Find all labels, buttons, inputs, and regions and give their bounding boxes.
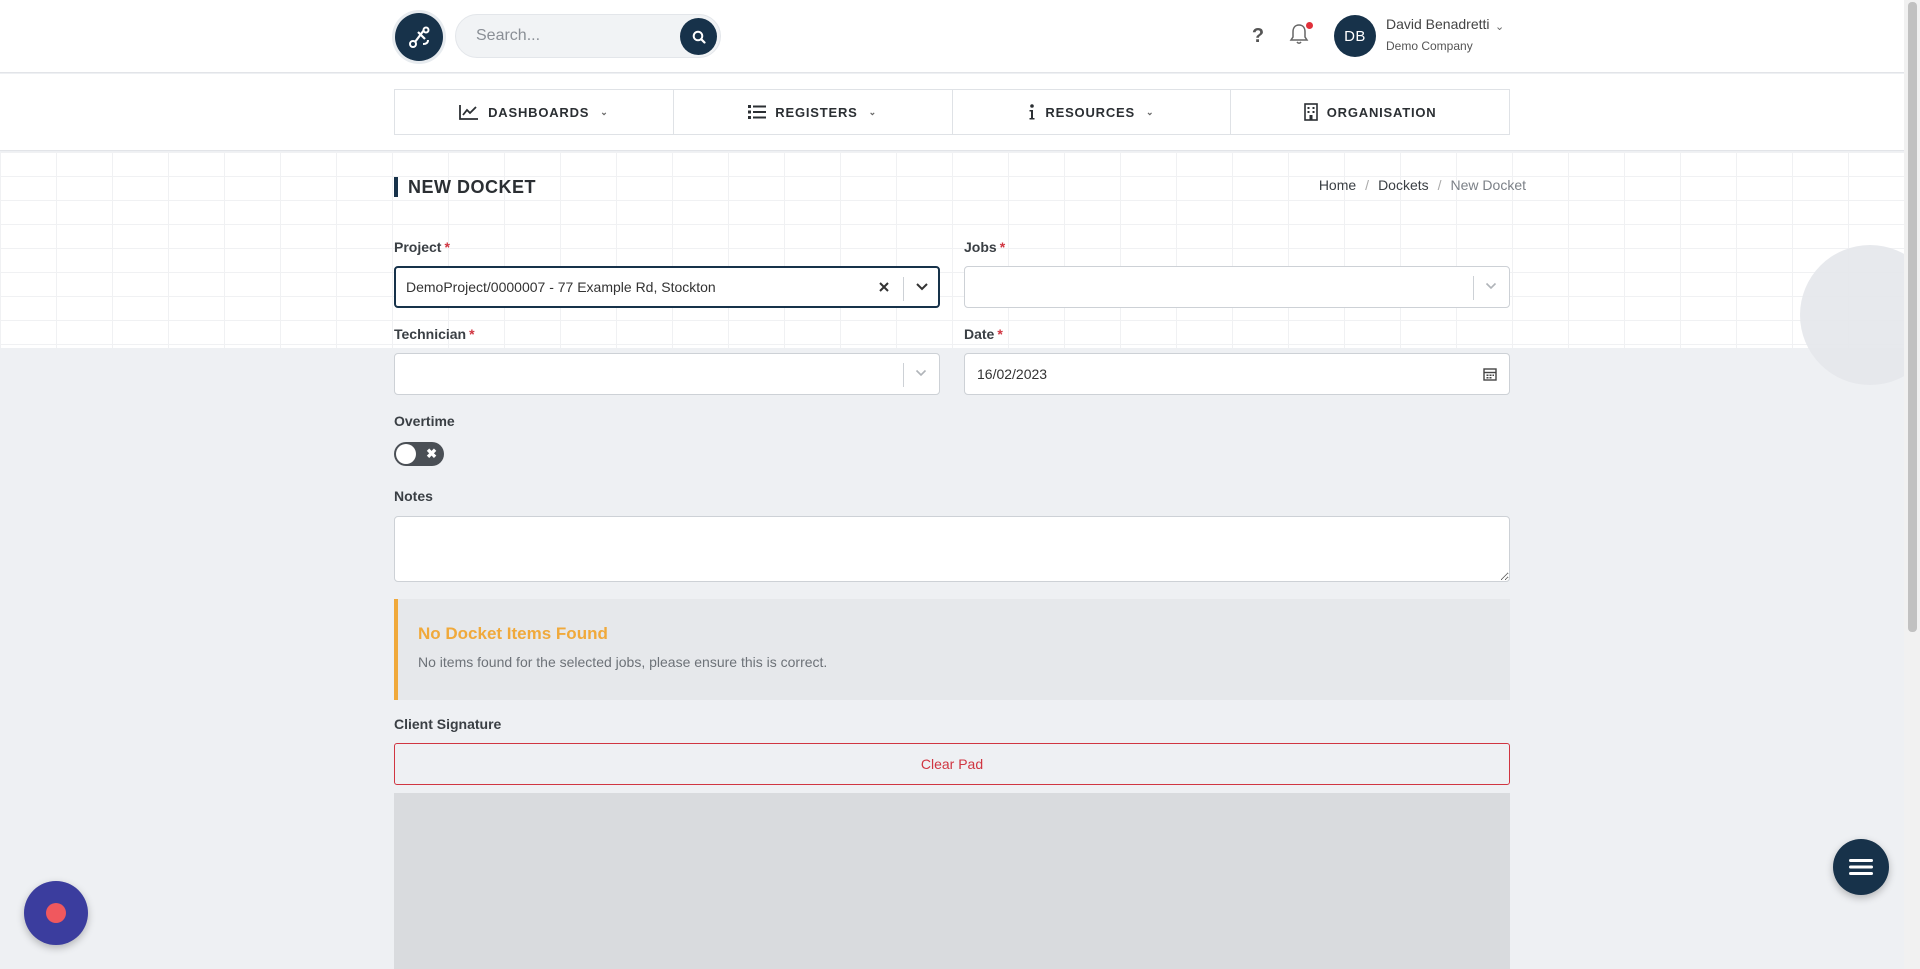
overtime-toggle[interactable]: ✖: [394, 442, 444, 466]
record-button[interactable]: [24, 881, 88, 945]
hamburger-menu-icon: [1849, 859, 1873, 875]
chevron-down-icon: ⌄: [1145, 106, 1155, 117]
top-header: ? DB David Benadretti ⌄ Demo Company: [0, 0, 1904, 73]
avatar[interactable]: DB: [1334, 15, 1376, 57]
date-value: 16/02/2023: [977, 366, 1048, 382]
overtime-label: Overtime: [394, 413, 455, 429]
clear-pad-button[interactable]: Clear Pad: [394, 743, 1510, 785]
nav-dashboards[interactable]: DASHBOARDS ⌄: [395, 90, 674, 134]
nav-registers-label: REGISTERS: [775, 104, 858, 120]
breadcrumb-current: New Docket: [1450, 177, 1526, 193]
logo-icon: [409, 26, 430, 48]
user-name[interactable]: David Benadretti: [1386, 16, 1490, 32]
breadcrumb-home[interactable]: Home: [1319, 177, 1356, 193]
close-icon: ✖: [426, 446, 437, 461]
record-icon: [46, 903, 66, 923]
notification-badge: [1306, 22, 1313, 29]
app-logo[interactable]: [395, 13, 443, 61]
notes-label: Notes: [394, 488, 433, 504]
chevron-down-icon: ⌄: [868, 106, 877, 117]
technician-select[interactable]: [394, 353, 940, 395]
nav-resources[interactable]: RESOURCES ⌄: [953, 90, 1232, 134]
project-select-value: DemoProject/0000007 - 77 Example Rd, Sto…: [406, 279, 716, 295]
notifications-button[interactable]: [1289, 22, 1313, 48]
chevron-down-icon: ⌄: [600, 106, 609, 117]
breadcrumb-dockets[interactable]: Dockets: [1378, 177, 1429, 193]
notes-textarea[interactable]: [394, 516, 1510, 582]
scrollbar-thumb[interactable]: [1908, 2, 1917, 632]
chevron-down-icon[interactable]: [903, 354, 939, 392]
date-label: Date *: [964, 326, 1003, 342]
alert-title: No Docket Items Found: [418, 624, 608, 643]
project-select[interactable]: DemoProject/0000007 - 77 Example Rd, Sto…: [394, 266, 940, 308]
clear-icon[interactable]: [872, 268, 896, 306]
page-title: NEW DOCKET: [394, 177, 536, 197]
user-company: Demo Company: [1386, 39, 1473, 53]
calendar-icon[interactable]: [1483, 367, 1497, 386]
alert-message: No items found for the selected jobs, pl…: [418, 654, 828, 670]
jobs-label: Jobs *: [964, 239, 1006, 255]
main-navigation: DASHBOARDS ⌄ REGISTERS ⌄ RESOURCES ⌄ ORG…: [0, 74, 1904, 151]
date-input[interactable]: 16/02/2023: [964, 353, 1510, 395]
info-icon: [1029, 104, 1035, 120]
search-box: [455, 14, 721, 58]
client-signature-label: Client Signature: [394, 716, 502, 732]
nav-organisation-label: ORGANISATION: [1326, 104, 1437, 120]
building-icon: [1303, 103, 1318, 121]
no-items-alert: No Docket Items Found No items found for…: [394, 599, 1510, 700]
page-scrollbar[interactable]: [1904, 0, 1920, 969]
nav-registers[interactable]: REGISTERS ⌄: [674, 90, 953, 134]
jobs-select[interactable]: [964, 266, 1510, 308]
user-menu-chevron-icon[interactable]: ⌄: [1495, 20, 1504, 33]
list-icon: [748, 105, 767, 119]
help-icon[interactable]: ?: [1248, 22, 1268, 50]
chevron-down-icon[interactable]: [904, 268, 940, 306]
technician-label: Technician *: [394, 326, 475, 342]
breadcrumb: Home / Dockets / New Docket: [1318, 177, 1526, 193]
search-icon: [692, 30, 706, 44]
project-label: Project *: [394, 239, 450, 255]
chevron-down-icon[interactable]: [1473, 267, 1509, 305]
nav-resources-label: RESOURCES: [1045, 104, 1135, 120]
signature-pad[interactable]: [394, 793, 1510, 969]
search-input[interactable]: [476, 15, 666, 57]
chart-line-icon: [459, 105, 479, 120]
nav-dashboards-label: DASHBOARDS: [488, 104, 590, 120]
search-button[interactable]: [680, 18, 717, 55]
nav-organisation[interactable]: ORGANISATION: [1231, 90, 1509, 134]
floating-menu-button[interactable]: [1833, 839, 1889, 895]
